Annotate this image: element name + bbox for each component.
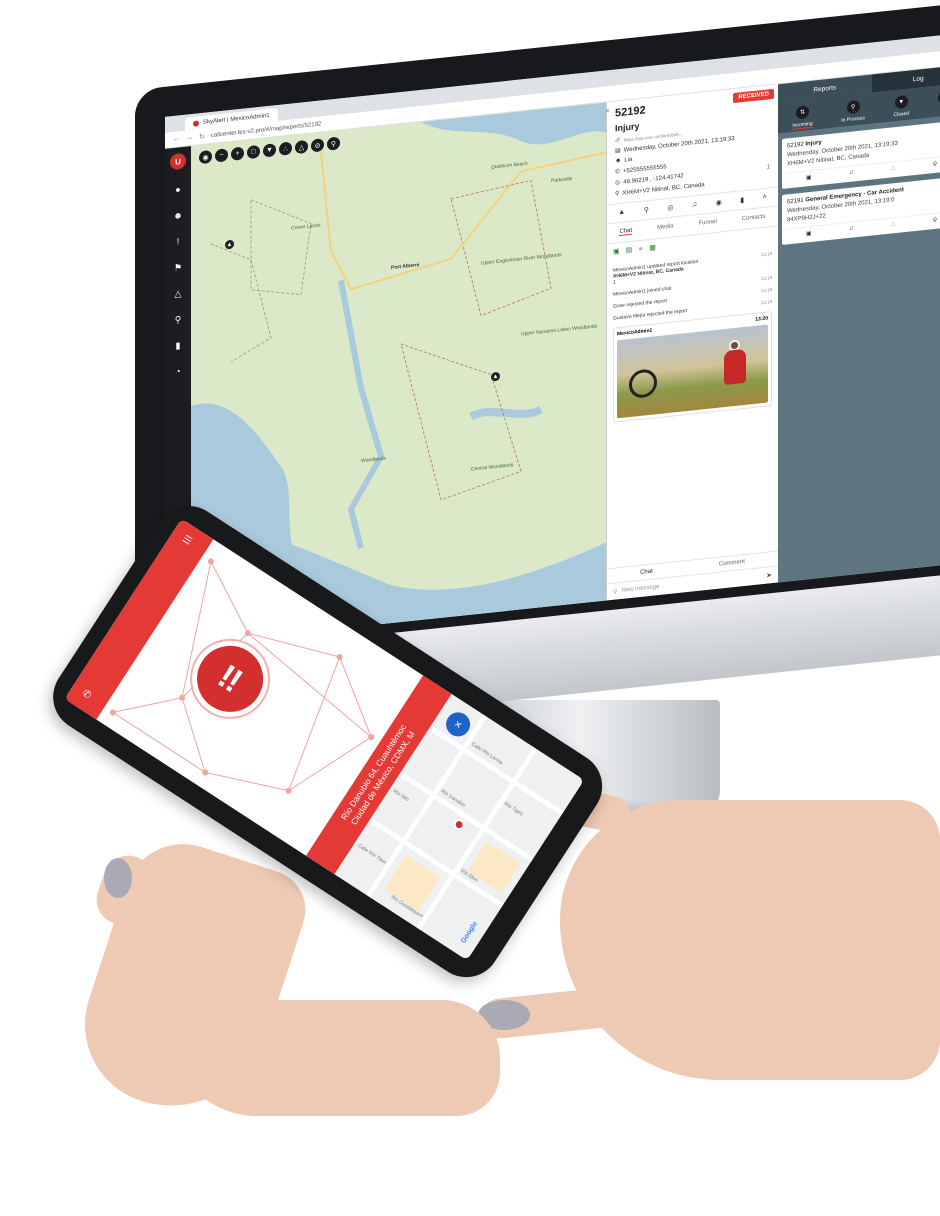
right-hand xyxy=(560,800,940,1080)
filter-label: Closed xyxy=(893,110,910,119)
chat-badge: 1 xyxy=(613,279,616,286)
report-card-id: 52192 xyxy=(787,141,804,150)
filter-tool-icon[interactable]: ▼ xyxy=(263,143,276,158)
chat-text: MexicoAdmin1 joined chat xyxy=(613,285,672,298)
photo-author: MexicoAdmin1 xyxy=(617,327,653,338)
polygon-tool-icon[interactable]: △ xyxy=(295,139,308,155)
user-icon[interactable]: ● xyxy=(172,183,184,196)
chat-text: Gose rejected the report xyxy=(613,298,667,310)
search-icon[interactable]: ⚲ xyxy=(327,136,340,151)
flag-icon[interactable]: ⚑ xyxy=(172,261,184,274)
close-icon[interactable]: × xyxy=(605,106,610,115)
injury-photo[interactable] xyxy=(617,324,768,419)
tab-media[interactable]: Media xyxy=(657,223,673,232)
tab-funnel[interactable]: Funnel xyxy=(698,219,716,228)
fingerprint-icon[interactable]: ◎ xyxy=(667,203,673,212)
tab-chat[interactable]: Chat xyxy=(619,227,633,237)
filter-label: In Process xyxy=(841,115,865,124)
zoom-in-icon[interactable]: + xyxy=(231,146,244,161)
cyclist-body xyxy=(724,348,746,386)
pie-chart-icon[interactable]: ◔ xyxy=(172,365,184,378)
chat-icon[interactable]: ▣ xyxy=(613,247,620,256)
location-icon[interactable]: ⚲ xyxy=(933,161,937,168)
attach-icon[interactable]: ⚲ xyxy=(613,588,617,595)
chat-log: 13:19 MexicoAdmin1 updated report locati… xyxy=(607,242,778,568)
reports-panel: Reports Log ⇅ Incoming ⚲ In Process ▼ Cl… xyxy=(778,64,940,583)
close-icon: × xyxy=(451,716,465,733)
product-scene: SkyAlert | MexicoAdmin1 ← → ↻ callcenter… xyxy=(0,0,940,1216)
square-tool-icon[interactable]: □ xyxy=(247,144,260,160)
users-icon[interactable]: ☻ xyxy=(172,209,184,222)
filter-incoming[interactable]: ⇅ Incoming xyxy=(792,105,813,130)
group-tool-icon[interactable]: ∴ xyxy=(279,141,292,156)
sort-icon: ⇅ xyxy=(795,105,809,120)
zoom-out-icon[interactable]: − xyxy=(215,148,228,163)
report-detail: × RECEIVED 52192 Injury 🔗 https://ray-us… xyxy=(605,84,778,601)
chat-icon[interactable]: ▣ xyxy=(806,230,812,238)
pin-icon: ⚲ xyxy=(615,191,620,198)
report-card-type: Injury xyxy=(805,139,822,148)
message-input[interactable]: New message xyxy=(621,584,659,594)
target-icon: ◎ xyxy=(615,179,621,187)
bicycle-wheel xyxy=(629,368,657,400)
group-icon[interactable]: ∴ xyxy=(891,165,895,172)
filter-closed[interactable]: ▼ Closed xyxy=(893,94,910,120)
hide-tool-icon[interactable]: ⊘ xyxy=(311,138,324,153)
send-icon[interactable]: ➤ xyxy=(766,571,772,580)
filter-label: Incoming xyxy=(792,120,813,130)
document-icon[interactable]: ▤ xyxy=(626,246,633,255)
chat-time: 13:19 xyxy=(760,299,772,306)
broadcast-icon[interactable]: ∝ xyxy=(638,245,643,254)
location-icon[interactable]: ⚲ xyxy=(644,206,649,215)
reload-icon[interactable]: ↻ xyxy=(199,132,205,141)
search-icon: ⚲ xyxy=(846,99,860,115)
remote-icon[interactable]: ▮ xyxy=(172,339,184,352)
report-phone-text: +525555555555 xyxy=(623,163,667,175)
audio-icon[interactable]: ♫ xyxy=(849,225,854,232)
monitor-screen: SkyAlert | MexicoAdmin1 ← → ↻ callcenter… xyxy=(165,32,940,647)
forward-icon[interactable]: → xyxy=(186,134,193,142)
eye-icon[interactable]: ◉ xyxy=(716,198,722,207)
chat-time: 13:19 xyxy=(760,287,772,294)
layers-icon[interactable]: ◉ xyxy=(199,149,212,165)
photo-message[interactable]: MexicoAdmin1 13:20 xyxy=(613,311,772,423)
link-icon: 🔗 xyxy=(615,136,621,143)
calendar-icon: ▤ xyxy=(615,147,621,155)
location-icon[interactable]: ⚲ xyxy=(172,313,184,326)
location-icon[interactable]: ⚲ xyxy=(933,217,937,224)
audio-icon[interactable]: ♫ xyxy=(849,169,854,176)
favicon-icon xyxy=(193,119,199,127)
count-badge: 1 xyxy=(766,163,770,171)
chat-time: 13:19 xyxy=(760,275,772,282)
siren-icon[interactable]: ▲ xyxy=(618,208,625,217)
fingernail xyxy=(104,858,132,898)
photo-time: 13:20 xyxy=(755,315,768,323)
chat-icon[interactable]: ▣ xyxy=(806,174,812,182)
report-card-id: 52191 xyxy=(787,197,804,206)
audio-icon[interactable]: ♫ xyxy=(692,201,697,210)
left-hand-base xyxy=(170,1000,500,1116)
alert-icon[interactable]: ! xyxy=(172,235,184,248)
person-icon: ☻ xyxy=(615,157,622,165)
chevron-up-icon[interactable]: ˄ xyxy=(763,194,767,202)
image-icon[interactable]: ▦ xyxy=(649,243,656,252)
tab-contacts[interactable]: Contacts xyxy=(742,214,766,223)
report-header: × RECEIVED 52192 Injury 🔗 https://ray-us… xyxy=(605,84,778,206)
filter-in-process[interactable]: ⚲ In Process xyxy=(841,99,865,124)
menu-icon[interactable]: ☰ xyxy=(180,533,194,547)
tag-icon[interactable]: ▮ xyxy=(740,196,744,204)
group-icon[interactable]: ∴ xyxy=(891,221,895,228)
phone-icon: ✆ xyxy=(615,169,621,176)
composer-tab-comment[interactable]: Comment xyxy=(719,559,745,568)
back-icon[interactable]: ← xyxy=(173,135,180,143)
brand-logo-icon[interactable]: U xyxy=(170,152,186,171)
shapes-icon[interactable]: △ xyxy=(172,287,184,300)
composer-tab-chat[interactable]: Chat xyxy=(640,569,653,576)
call-icon[interactable]: ✆ xyxy=(80,688,93,702)
chat-text: Gustavo Mejía rejected the report xyxy=(613,307,688,322)
report-user-text: Lia xyxy=(624,156,633,164)
funnel-icon: ▼ xyxy=(894,94,908,110)
